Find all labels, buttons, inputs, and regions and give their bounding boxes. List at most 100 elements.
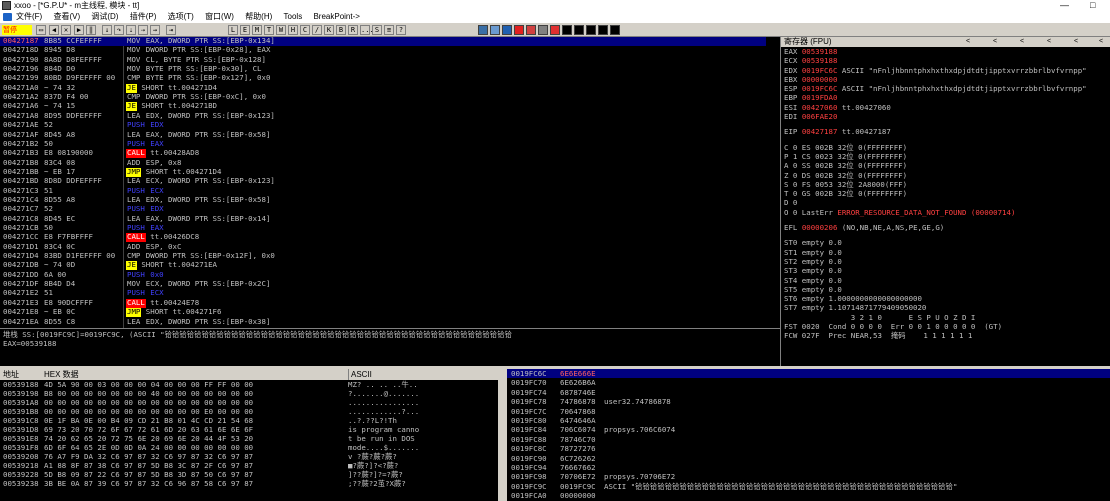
toolbar-C[interactable]: C (300, 25, 310, 35)
trace-over-icon[interactable]: ⇢ (138, 25, 148, 35)
toolbar-B[interactable]: B (336, 25, 346, 35)
disasm-row[interactable]: 004271A0 ~ 74 32 JE SHORT tt.004271D4 (0, 83, 766, 93)
reg-nav-left-icon[interactable]: < (1020, 37, 1024, 47)
open-icon[interactable]: ▭ (36, 25, 46, 35)
disasm-row[interactable]: 004271B3 E8 08190000 CALL tt.00428AD8 (0, 148, 766, 158)
menu-options[interactable]: 选项(T) (168, 12, 194, 21)
register-line[interactable]: ECX 00539188 (781, 56, 1110, 65)
dump-row[interactable]: 00539228 5D B8 09 87 22 C6 97 87 5D B8 3D… (0, 470, 498, 479)
plugin-icon-7[interactable] (550, 25, 560, 35)
disasm-row[interactable]: 004271A8 8D95 DDFEFFFF LEA EDX, DWORD PTR … (0, 111, 766, 121)
reg-nav-left-icon[interactable]: < (1047, 37, 1051, 47)
toolbar-W[interactable]: W (276, 25, 286, 35)
disasm-row[interactable]: 004271AE 52 PUSH EDX (0, 120, 766, 130)
toolbar-H[interactable]: H (288, 25, 298, 35)
dump-row[interactable]: 005391A8 00 00 00 00 00 00 00 00 00 00 00… (0, 398, 498, 407)
disasm-row[interactable]: 0042718D 8945 D8 MOV DWORD PTR SS:[EBP-0x2… (0, 45, 766, 55)
segment-flag-line[interactable]: C 0 ES 002B 32位 0(FFFFFFFF) (781, 143, 1110, 152)
reg-nav-left-icon[interactable]: < (966, 37, 970, 47)
trace-into-icon[interactable]: ⇣ (126, 25, 136, 35)
reg-nav-left-icon[interactable]: < (1074, 37, 1078, 47)
step-into-icon[interactable]: ↓ (102, 25, 112, 35)
dump-col-address[interactable]: 地址 (3, 369, 19, 380)
disasm-row[interactable]: 004271AF 8D45 A8 LEA EAX, DWORD PTR SS:[EB… (0, 130, 766, 140)
stack-row[interactable]: 0019FC98 70706E72 propsys.70706E72 (507, 472, 1110, 481)
disasm-row[interactable]: 004271B2 50 PUSH EAX (0, 139, 766, 149)
disasm-row[interactable]: 004271B8 83C4 08 ADD ESP, 0x8 (0, 158, 766, 168)
dump-row[interactable]: 005391B8 00 00 00 00 00 00 00 00 00 00 00… (0, 407, 498, 416)
plugin-icon-2[interactable] (490, 25, 500, 35)
disasm-row[interactable]: 004271D4 83BD D1FEFFFF 00 CMP DWORD PTR SS… (0, 251, 766, 261)
menu-view[interactable]: 查看(V) (53, 12, 80, 21)
close-icon[interactable]: ✕ (61, 25, 71, 35)
segment-flag-line[interactable]: S 0 FS 0053 32位 2A8000(FFF) (781, 180, 1110, 189)
toolbar-K[interactable]: K (324, 25, 334, 35)
menu-window[interactable]: 窗口(W) (205, 12, 234, 21)
toolbar-M[interactable]: M (252, 25, 262, 35)
disasm-row[interactable]: 004271A6 ~ 74 15 JE SHORT tt.004271BD (0, 102, 766, 112)
dump-row[interactable]: 00539188 4D 5A 90 00 03 00 00 00 04 00 00… (0, 380, 498, 389)
segment-flag-line[interactable]: P 1 CS 0023 32位 0(FFFFFFFF) (781, 152, 1110, 161)
fpu-line[interactable]: ST7 empty 1.10714871779409050020 (781, 303, 1110, 312)
disasm-row[interactable]: 004271C4 8D55 A8 LEA EDX, DWORD PTR SS:[EB… (0, 195, 766, 205)
register-line[interactable]: EDX 0019FC6C ASCII "nFnljhbnntphxhxthxdp… (781, 66, 1110, 75)
stack-pane[interactable]: 0019FC6C 6E6E666E 0019FC70 6E626B6A 0019FC74… (507, 369, 1110, 501)
fpu-line[interactable]: ST0 empty 0.0 (781, 238, 1110, 247)
disasm-row[interactable]: 004271E3 E8 90DCFFFF CALL tt.00424E78 (0, 298, 766, 308)
stack-row[interactable]: 0019FC8C 78727276 (507, 444, 1110, 453)
menu-plugins[interactable]: 插件(P) (130, 12, 157, 21)
fpu-line[interactable]: ST6 empty 1.0000000000000000000 (781, 294, 1110, 303)
step-over-icon[interactable]: ↷ (114, 25, 124, 35)
stack-row[interactable]: 0019FC80 6474646A (507, 416, 1110, 425)
toolbar-slash[interactable]: / (312, 25, 322, 35)
menu-help[interactable]: 帮助(H) (245, 12, 272, 21)
disasm-row[interactable]: 004271BB ~ EB 17 JMP SHORT tt.004271D4 (0, 167, 766, 177)
segment-flag-line[interactable]: T 0 GS 002B 32位 0(FFFFFFFF) (781, 189, 1110, 198)
goto-icon[interactable]: ⇥ (166, 25, 176, 35)
toolbar-R[interactable]: R (348, 25, 358, 35)
dump-col-hex[interactable]: HEX 数据 (44, 369, 79, 380)
menu-debug[interactable]: 调试(D) (91, 12, 118, 21)
disasm-row[interactable]: 004271E8 ~ EB 0C JMP SHORT tt.004271F6 (0, 307, 766, 317)
toolbar-S[interactable]: S (372, 25, 382, 35)
disasm-row[interactable]: 00427190 8A8D D8FEFFFF MOV CL, BYTE PTR SS… (0, 55, 766, 65)
fpu-line[interactable]: ST2 empty 0.0 (781, 257, 1110, 266)
toolbar-dots[interactable]: ... (360, 25, 374, 35)
plugin-icon-9[interactable] (574, 25, 584, 35)
fpu-line[interactable]: ST4 empty 0.0 (781, 276, 1110, 285)
register-line[interactable]: ESI 00427060 tt.00427060 (781, 103, 1110, 112)
toolbar-help[interactable]: ? (396, 25, 406, 35)
dump-row[interactable]: 00539198 B8 00 00 00 00 00 00 00 40 00 00… (0, 389, 498, 398)
plugin-icon-6[interactable] (538, 25, 548, 35)
stack-row[interactable]: 0019FC70 6E626B6A (507, 378, 1110, 387)
register-line[interactable]: EAX 00539188 (781, 47, 1110, 56)
stack-row[interactable]: 0019FC74 6878746E (507, 388, 1110, 397)
toolbar-T[interactable]: T (264, 25, 274, 35)
stack-row[interactable]: 0019FC9C 0019FC9C ASCII "铪铪铪铪铪铪铪铪铪铪铪铪铪铪铪铪铪… (507, 482, 1110, 491)
register-line[interactable]: EDI 006FAE20 (781, 112, 1110, 121)
fpu-line[interactable]: 3 2 1 0 E S P U O Z D I (781, 313, 1110, 322)
dump-row[interactable]: 005391E8 74 20 62 65 20 72 75 6E 20 69 6E… (0, 434, 498, 443)
fpu-line[interactable]: ST1 empty 0.0 (781, 248, 1110, 257)
stack-row[interactable]: 0019FC94 76667662 (507, 463, 1110, 472)
vertical-splitter[interactable] (498, 369, 507, 501)
plugin-icon-5[interactable] (526, 25, 536, 35)
fpu-line[interactable]: ST5 empty 0.0 (781, 285, 1110, 294)
plugin-icon-1[interactable] (478, 25, 488, 35)
restart-icon[interactable]: ◀ (49, 25, 59, 35)
minimize-button[interactable]: — (1060, 0, 1069, 11)
register-line[interactable]: EBP 0019FDA0 (781, 93, 1110, 102)
plugin-icon-12[interactable] (610, 25, 620, 35)
execute-till-return-icon[interactable]: → (150, 25, 160, 35)
eip-line[interactable]: EIP 00427187 tt.00427187 (781, 127, 1110, 136)
stack-row[interactable]: 0019FC88 78746C70 (507, 435, 1110, 444)
stack-row[interactable]: 0019FC6C 6E6E666E (507, 369, 1110, 379)
dump-row[interactable]: 005391C8 0E 1F BA 0E 00 B4 09 CD 21 B8 01… (0, 416, 498, 425)
toolbar-list[interactable]: ≡ (384, 25, 394, 35)
stack-row[interactable]: 0019FC90 6C726262 (507, 454, 1110, 463)
reg-nav-left-icon[interactable]: < (993, 37, 997, 47)
segment-flag-line[interactable]: D 0 (781, 198, 1110, 207)
stack-row[interactable]: 0019FC7C 70647868 (507, 407, 1110, 416)
run-icon[interactable]: ▶ (74, 25, 84, 35)
disasm-row[interactable]: 004271EA 8D55 C8 LEA EDX, DWORD PTR SS:[EB… (0, 317, 766, 327)
